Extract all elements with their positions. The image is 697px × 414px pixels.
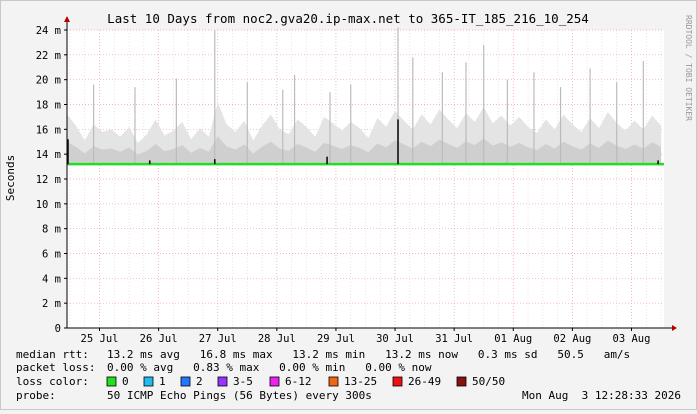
y-tick-label: 18 m <box>36 100 61 112</box>
loss-color-swatch <box>392 376 403 387</box>
packet-loss-label: packet loss: <box>16 361 95 374</box>
y-tick-label: 6 m <box>42 249 61 261</box>
probe-description: 50 ICMP Echo Pings (56 Bytes) every 300s <box>107 389 372 402</box>
x-tick-label: 26 Jul <box>140 333 178 345</box>
loss-color-swatch <box>106 376 117 387</box>
loss-color-label-item: 1 <box>159 375 166 388</box>
probe-label: probe: <box>16 389 56 402</box>
chart-title: Last 10 Days from noc2.gva20.ip-max.net … <box>107 11 589 26</box>
loss-color-swatch <box>217 376 228 387</box>
loss-color-label-item: 50/50 <box>472 375 505 388</box>
x-tick-label: 30 Jul <box>376 333 414 345</box>
loss-color-swatch <box>180 376 191 387</box>
y-tick-label: 16 m <box>36 124 61 136</box>
loss-color-label-item: 13-25 <box>344 375 377 388</box>
y-tick-label: 4 m <box>42 273 61 285</box>
y-tick-label: 8 m <box>42 224 61 236</box>
y-axis-label: Seconds <box>4 155 17 201</box>
y-tick-label: 12 m <box>36 174 61 186</box>
x-tick-label: 31 Jul <box>435 333 473 345</box>
y-tick-label: 10 m <box>36 199 61 211</box>
loss-color-swatch <box>328 376 339 387</box>
packet-loss-stats: 0.00 % avg 0.83 % max 0.00 % min 0.00 % … <box>107 361 432 374</box>
y-tick-label: 20 m <box>36 75 61 87</box>
y-tick-label: 0 <box>55 323 61 335</box>
loss-color-swatch <box>456 376 467 387</box>
loss-color-label-item: 6-12 <box>285 375 312 388</box>
x-tick-label: 02 Aug <box>553 333 591 345</box>
loss-color-label-item: 3-5 <box>233 375 253 388</box>
loss-color-label-item: 26-49 <box>408 375 441 388</box>
loss-color-label-item: 2 <box>196 375 203 388</box>
rrdtool-credit: RRDTOOL / TOBI OETIKER <box>684 15 693 121</box>
y-tick-label: 2 m <box>42 298 61 310</box>
loss-color-label: loss color: <box>16 375 89 388</box>
smokeping-graph: Last 10 Days from noc2.gva20.ip-max.net … <box>0 0 697 410</box>
x-tick-label: 03 Aug <box>613 333 651 345</box>
median-rtt-stats: 13.2 ms avg 16.8 ms max 13.2 ms min 13.2… <box>107 348 630 361</box>
generated-timestamp: Mon Aug 3 12:28:33 2026 <box>522 389 681 402</box>
y-tick-label: 22 m <box>36 50 61 62</box>
loss-color-label-item: 0 <box>122 375 129 388</box>
loss-color-swatch <box>143 376 154 387</box>
x-tick-label: 29 Jul <box>317 333 355 345</box>
latency-chart: Last 10 Days from noc2.gva20.ip-max.net … <box>0 0 697 410</box>
loss-color-swatch <box>269 376 280 387</box>
x-tick-label: 28 Jul <box>258 333 296 345</box>
y-tick-label: 24 m <box>36 25 61 37</box>
median-rtt-label: median rtt: <box>16 348 89 361</box>
x-tick-label: 01 Aug <box>494 333 532 345</box>
x-tick-label: 25 Jul <box>81 333 119 345</box>
x-tick-label: 27 Jul <box>199 333 237 345</box>
y-tick-label: 14 m <box>36 149 61 161</box>
